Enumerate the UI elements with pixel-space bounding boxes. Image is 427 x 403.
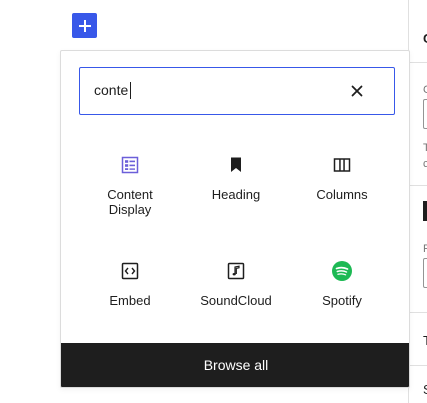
sidebar-text: C bbox=[423, 31, 427, 47]
block-label: Columns bbox=[316, 187, 368, 202]
spotify-icon bbox=[330, 259, 354, 283]
columns-icon bbox=[330, 153, 354, 177]
sidebar-text: S bbox=[423, 382, 427, 398]
music-note-icon bbox=[224, 259, 248, 283]
block-search-input[interactable] bbox=[94, 68, 344, 113]
block-search bbox=[79, 67, 395, 115]
block-item-heading[interactable]: Heading bbox=[183, 147, 289, 253]
sidebar-divider bbox=[409, 185, 427, 186]
sidebar-text: T bbox=[423, 333, 427, 349]
sidebar-text: T bbox=[423, 140, 427, 156]
sidebar-field[interactable] bbox=[423, 99, 427, 129]
block-results-grid: Content Display Heading Columns Embed So… bbox=[77, 147, 395, 359]
block-label: Spotify bbox=[322, 293, 362, 308]
block-label: Embed bbox=[109, 293, 151, 308]
sidebar-text: C bbox=[423, 82, 427, 98]
sidebar-divider bbox=[409, 312, 427, 313]
settings-sidebar: C C T c F T S bbox=[408, 0, 427, 403]
clear-search-button[interactable] bbox=[348, 82, 366, 100]
sidebar-text: F bbox=[423, 241, 427, 257]
block-item-columns[interactable]: Columns bbox=[289, 147, 395, 253]
bookmark-icon bbox=[224, 153, 248, 177]
block-label: Content Display bbox=[107, 187, 153, 217]
block-label: SoundCloud bbox=[200, 293, 272, 308]
sidebar-swatch[interactable] bbox=[423, 201, 427, 221]
close-icon bbox=[351, 85, 363, 97]
embed-icon bbox=[118, 259, 142, 283]
sidebar-field[interactable] bbox=[423, 258, 427, 288]
sidebar-divider bbox=[409, 62, 427, 63]
block-inserter-popover: Content Display Heading bbox=[60, 50, 410, 388]
sidebar-text: c bbox=[423, 156, 427, 172]
content-display-icon bbox=[118, 153, 142, 177]
editor-canvas: C C T c F T S bbox=[0, 0, 427, 403]
add-block-button[interactable] bbox=[72, 13, 97, 38]
text-caret bbox=[130, 82, 131, 99]
sidebar-divider bbox=[409, 365, 427, 366]
plus-icon bbox=[78, 19, 91, 32]
block-item-content-display[interactable]: Content Display bbox=[77, 147, 183, 253]
block-label: Heading bbox=[211, 187, 261, 202]
browse-all-button[interactable]: Browse all bbox=[61, 343, 409, 387]
